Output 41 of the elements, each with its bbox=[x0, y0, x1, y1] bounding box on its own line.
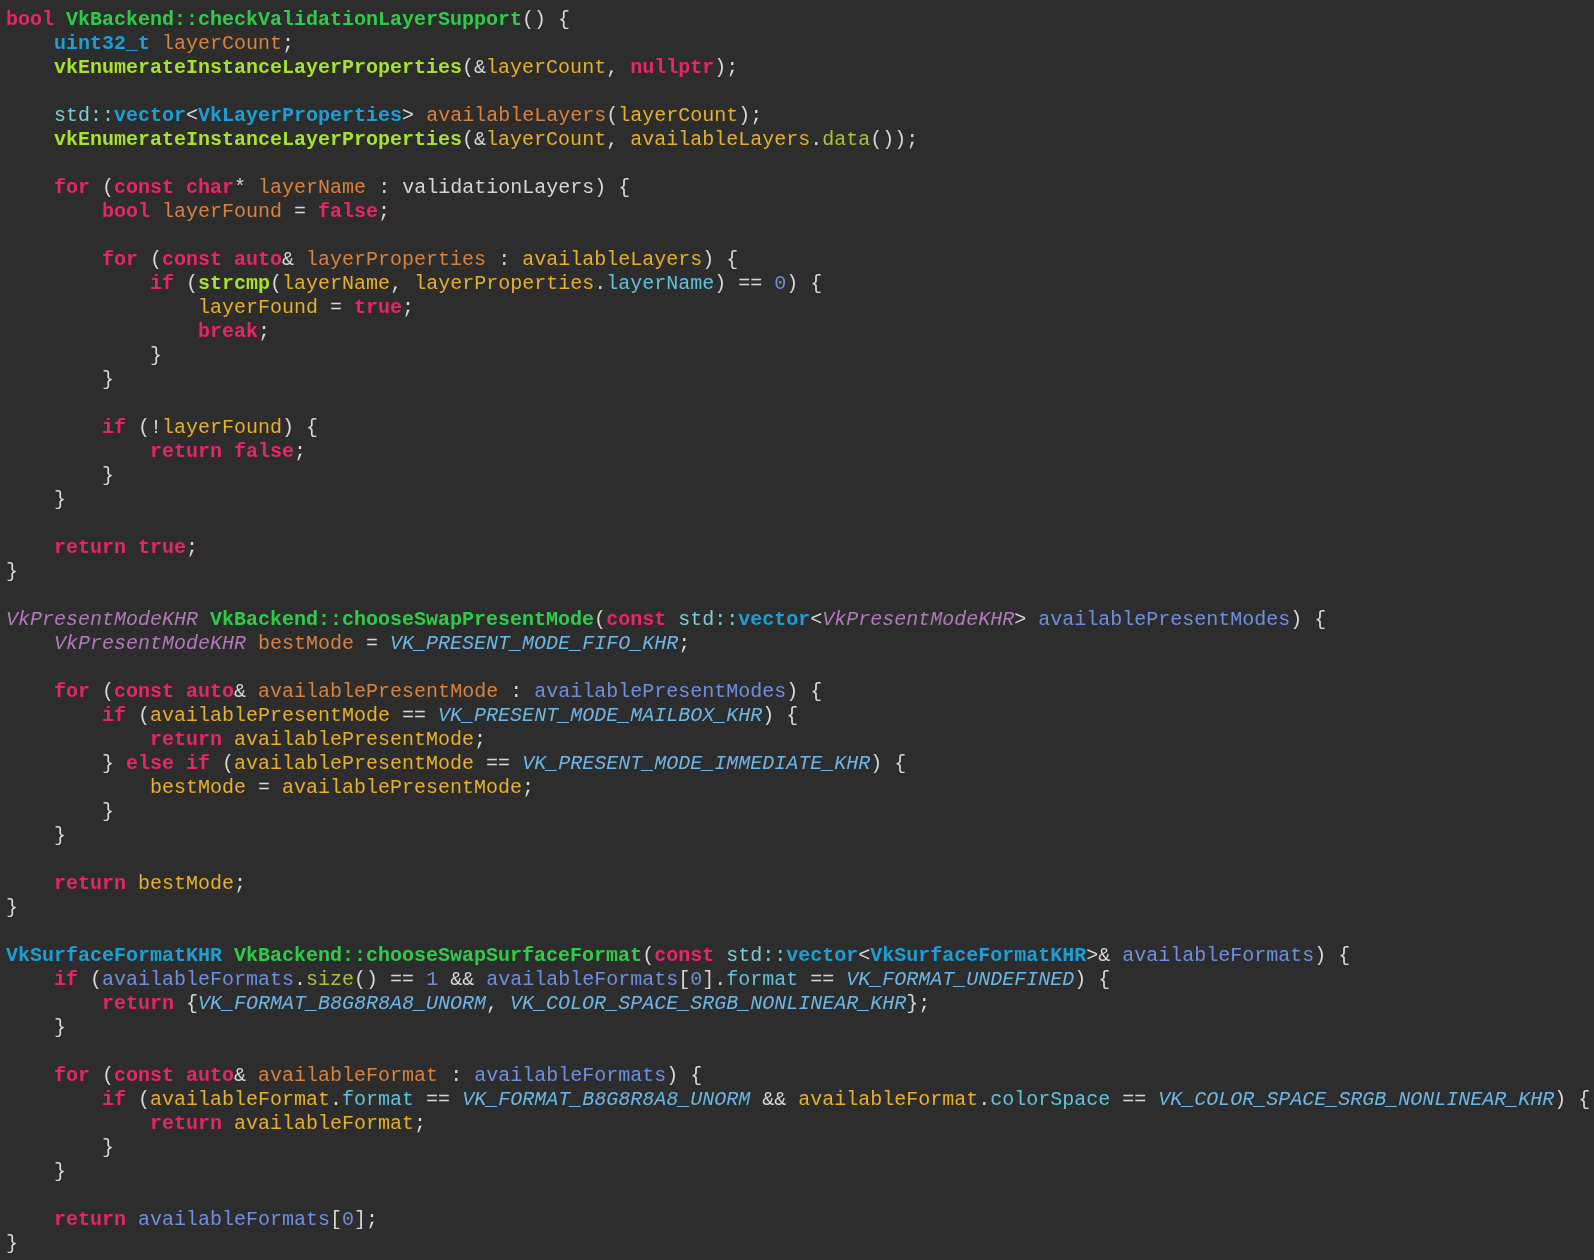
code-line: } bbox=[150, 344, 163, 368]
code-line: } bbox=[54, 824, 67, 848]
code-line: VkSurfaceFormatKHR VkBackend::chooseSwapSurfaceFormat(const std::vector<VkSurfaceFormatKHR>& availableFormats) { bbox=[6, 944, 1351, 968]
code-line: if (availableFormats.size() == 1 && availableFormats[0].format == VK_FORMAT_UNDEFINED) { bbox=[54, 968, 1111, 992]
code-line: } bbox=[6, 1232, 18, 1256]
code-line: bestMode = availablePresentMode; bbox=[150, 776, 535, 800]
code-line: return availableFormats[0]; bbox=[54, 1208, 379, 1232]
code-line: VkPresentModeKHR bestMode = VK_PRESENT_MODE_FIFO_KHR; bbox=[54, 632, 691, 656]
code-line: } bbox=[102, 800, 115, 824]
code-line: if (strcmp(layerName, layerProperties.layerName) == 0) { bbox=[150, 272, 823, 296]
code-line: return availableFormat; bbox=[150, 1112, 427, 1136]
code-line: bool VkBackend::checkValidationLayerSupport() { bbox=[6, 8, 571, 32]
code-line: if (availablePresentMode == VK_PRESENT_MODE_MAILBOX_KHR) { bbox=[102, 704, 799, 728]
code-line: } else if (availablePresentMode == VK_PRESENT_MODE_IMMEDIATE_KHR) { bbox=[102, 752, 907, 776]
code-line: layerFound = true; bbox=[198, 296, 415, 320]
code-line: for (const auto& availablePresentMode : availablePresentModes) { bbox=[54, 680, 823, 704]
code-line: } bbox=[6, 896, 18, 920]
code-line: } bbox=[102, 368, 115, 392]
code-line: bool layerFound = false; bbox=[102, 200, 391, 224]
code-line: } bbox=[6, 560, 18, 584]
code-line: return true; bbox=[54, 536, 199, 560]
code-line: break; bbox=[198, 320, 271, 344]
code-line: } bbox=[102, 1136, 115, 1160]
code-line: if (availableFormat.format == VK_FORMAT_B8G8R8A8_UNORM && availableFormat.colorSpace == VK_COLOR_SPACE_SRGB_NONLINEAR_KHR) { bbox=[102, 1088, 1591, 1112]
code-line: for (const auto& availableFormat : availableFormats) { bbox=[54, 1064, 703, 1088]
code-line: if (!layerFound) { bbox=[102, 416, 319, 440]
code-line: std::vector<VkLayerProperties> availableLayers(layerCount); bbox=[54, 104, 763, 128]
code-line: uint32_t layerCount; bbox=[54, 32, 295, 56]
code-line: VkPresentModeKHR VkBackend::chooseSwapPresentMode(const std::vector<VkPresentModeKHR> availablePresentModes) { bbox=[6, 608, 1327, 632]
code-line: } bbox=[54, 1160, 67, 1184]
code-line: vkEnumerateInstanceLayerProperties(&layerCount, availableLayers.data()); bbox=[54, 128, 919, 152]
code-line: return availablePresentMode; bbox=[150, 728, 487, 752]
code-line: vkEnumerateInstanceLayerProperties(&layerCount, nullptr); bbox=[54, 56, 739, 80]
code-line: return false; bbox=[150, 440, 307, 464]
code-line: for (const char* layerName : validationLayers) { bbox=[54, 176, 631, 200]
code-line: for (const auto& layerProperties : availableLayers) { bbox=[102, 248, 739, 272]
code-line: } bbox=[54, 488, 67, 512]
code-line: return bestMode; bbox=[54, 872, 247, 896]
code-line: return {VK_FORMAT_B8G8R8A8_UNORM, VK_COLOR_SPACE_SRGB_NONLINEAR_KHR}; bbox=[102, 992, 931, 1016]
code-line: } bbox=[102, 464, 115, 488]
code-line: } bbox=[54, 1016, 67, 1040]
